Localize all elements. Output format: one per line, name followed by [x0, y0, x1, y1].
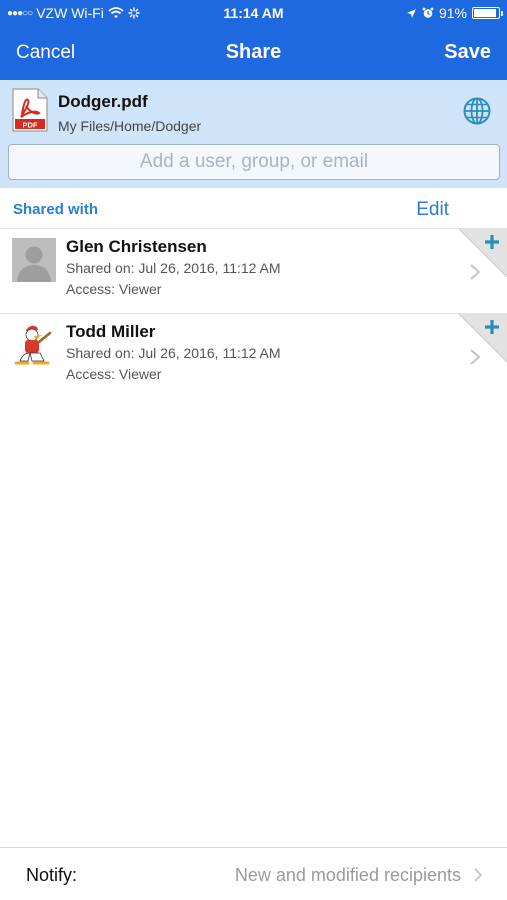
- add-permission-corner-icon[interactable]: [459, 229, 507, 277]
- user-name: Todd Miller: [66, 322, 156, 341]
- shared-with-title: Shared with: [13, 201, 99, 218]
- notify-label: Notify:: [26, 865, 78, 885]
- shared-user-row-glen-christensen[interactable]: Glen Christensen Shared on: Jul 26, 2016…: [0, 228, 507, 313]
- status-bar: ●●●○○ VZW Wi-Fi 11:14 AM 91%: [0, 0, 507, 28]
- notify-setting-row[interactable]: Notify: New and modified recipients: [0, 847, 507, 900]
- pdf-icon-label: PDF: [23, 121, 38, 130]
- shared-with-header: Shared with Edit: [0, 188, 507, 228]
- share-screen: ●●●○○ VZW Wi-Fi 11:14 AM 91% Cancel Shar…: [0, 0, 507, 900]
- location-arrow-icon: [406, 8, 416, 18]
- notify-value: New and modified recipients: [234, 865, 461, 885]
- globe-icon[interactable]: [462, 96, 492, 126]
- chevron-right-icon: [470, 264, 481, 280]
- file-name: Dodger.pdf: [58, 92, 148, 111]
- battery-level: [474, 9, 496, 17]
- page-title: Share: [225, 41, 282, 63]
- save-button[interactable]: Save: [444, 41, 491, 64]
- edit-button[interactable]: Edit: [416, 199, 449, 221]
- battery-percent: 91%: [438, 5, 467, 21]
- default-user-avatar-icon: [12, 238, 56, 282]
- shared-on-date: Shared on: Jul 26, 2016, 11:12 AM: [66, 345, 281, 361]
- file-header: PDF Dodger.pdf My Files/Home/Dodger: [0, 80, 507, 188]
- access-level: Access: Viewer: [66, 366, 162, 382]
- add-recipient-input[interactable]: [8, 144, 500, 180]
- chevron-right-icon: [474, 868, 483, 882]
- file-path: My Files/Home/Dodger: [58, 118, 202, 134]
- cartoon-avatar-icon: [12, 323, 56, 367]
- top-bar: ●●●○○ VZW Wi-Fi 11:14 AM 91% Cancel Shar…: [0, 0, 507, 80]
- pdf-file-icon: PDF: [12, 88, 48, 132]
- battery-icon: [472, 7, 503, 19]
- add-permission-corner-icon[interactable]: [459, 314, 507, 362]
- chevron-right-icon: [470, 349, 481, 365]
- alarm-icon: [422, 7, 434, 18]
- shared-user-row-todd-miller[interactable]: Todd Miller Shared on: Jul 26, 2016, 11:…: [0, 313, 507, 398]
- access-level: Access: Viewer: [66, 281, 162, 297]
- user-name: Glen Christensen: [66, 237, 207, 256]
- navigation-bar: Cancel Share Save: [0, 28, 507, 80]
- shared-on-date: Shared on: Jul 26, 2016, 11:12 AM: [66, 260, 281, 276]
